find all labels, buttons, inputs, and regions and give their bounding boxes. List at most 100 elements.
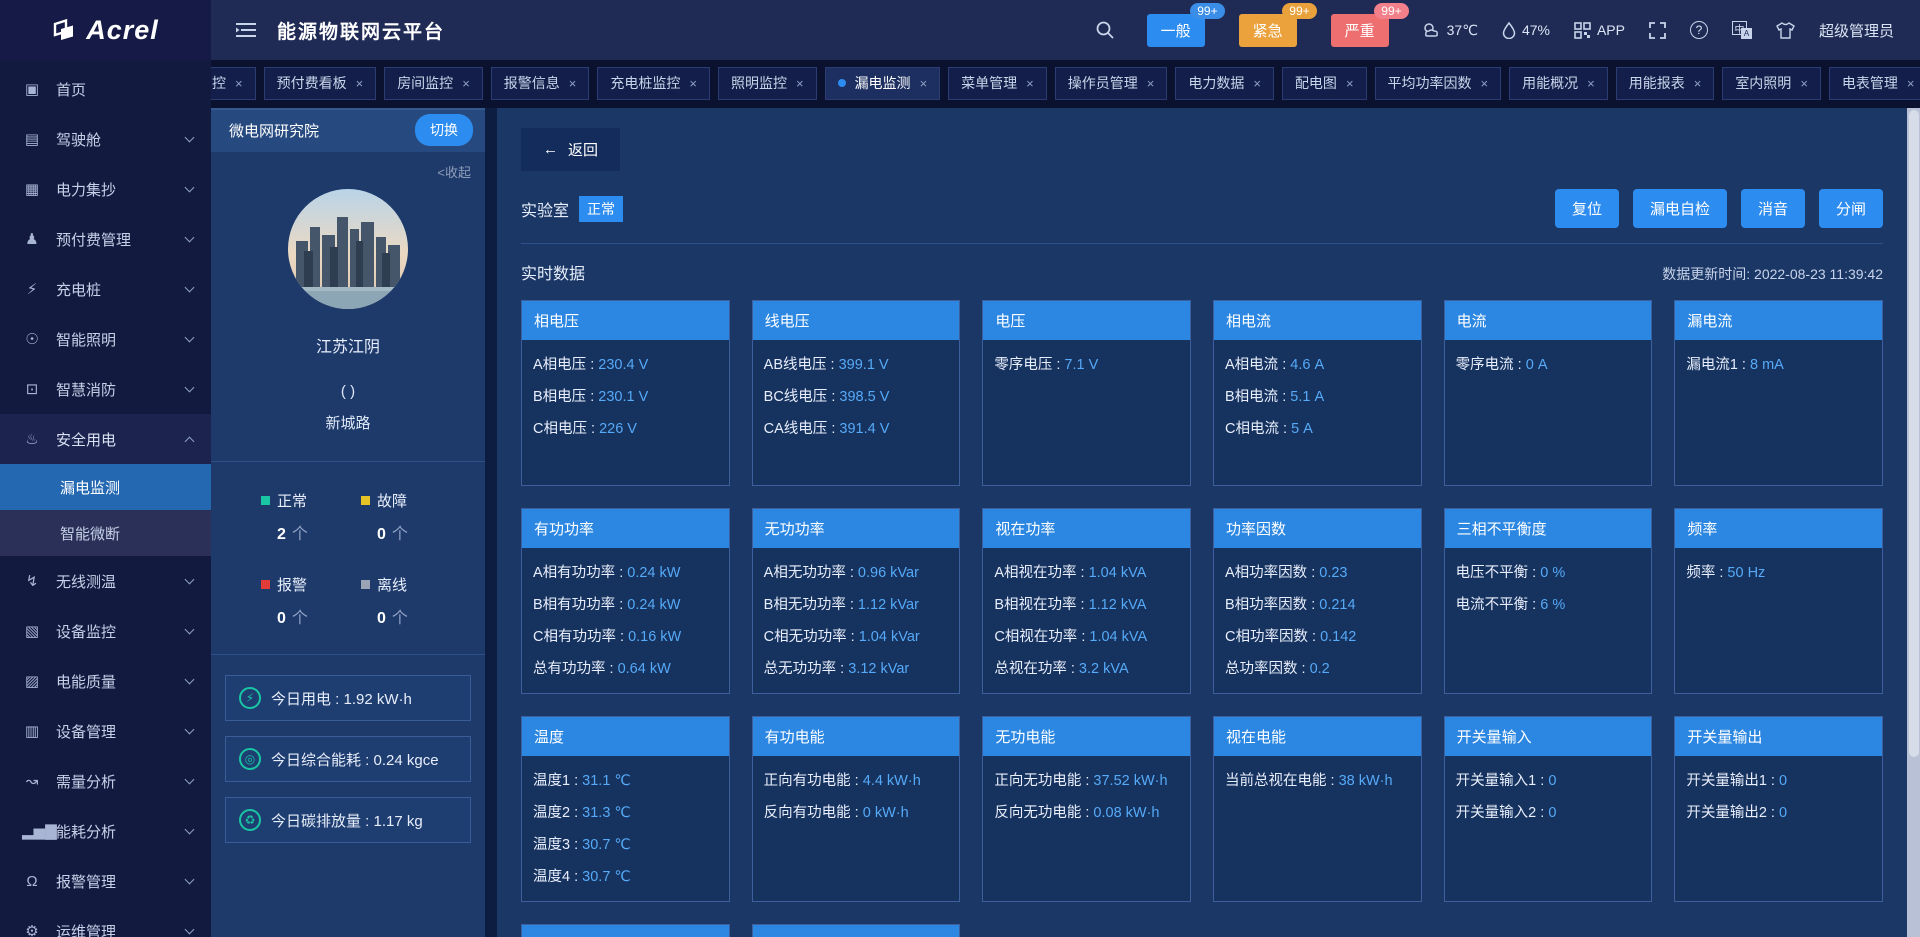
tab-close-icon[interactable]: × — [1253, 76, 1261, 91]
sidebar-item-label: 驾驶舱 — [56, 129, 101, 150]
tab-close-icon[interactable]: × — [1481, 76, 1489, 91]
tab-close-icon[interactable]: × — [1694, 76, 1702, 91]
back-button[interactable]: ← 返回 — [521, 128, 620, 171]
top-header: Acrel 能源物联网云平台 一般99+紧急99+严重99+ 37℃ 47% A… — [0, 0, 1920, 60]
tab-close-icon[interactable]: × — [1907, 76, 1915, 91]
tab-室内照明[interactable]: 室内照明× — [1722, 67, 1821, 100]
stat-color-square — [261, 580, 270, 589]
tab-操作员管理[interactable]: 操作员管理× — [1055, 67, 1168, 100]
sidebar-item-需量分析[interactable]: ↝需量分析 — [0, 756, 211, 806]
switch-site-button[interactable]: 切换 — [415, 114, 473, 146]
qr-code-icon — [1574, 22, 1591, 39]
humidity: 47% — [1502, 22, 1550, 39]
card-row: 温度3 : 30.7 ℃ — [533, 833, 718, 854]
chevron-up-icon — [185, 436, 195, 446]
tab-预付费看板[interactable]: 预付费看板 × — [264, 67, 377, 100]
tab-报警信息[interactable]: 报警信息× — [491, 67, 590, 100]
data-card-三相不平衡度: 三相不平衡度电压不平衡 : 0 %电流不平衡 : 6 % — [1444, 508, 1653, 694]
sidebar-subitem-智能微断[interactable]: 智能微断 — [0, 510, 211, 556]
tab-close-icon[interactable]: × — [569, 76, 577, 91]
stat-unit: 个 — [392, 610, 408, 627]
action-button-消音[interactable]: 消音 — [1741, 189, 1805, 228]
tab-电表管理[interactable]: 电表管理× — [1829, 67, 1920, 100]
tab-close-icon[interactable]: × — [796, 76, 804, 91]
data-card-开关量输出: 开关量输出开关量输出1 : 0开关量输出2 : 0 — [1674, 716, 1883, 902]
sidebar-item-无线测温[interactable]: ↯无线测温 — [0, 556, 211, 606]
user-name[interactable]: 超级管理员 — [1819, 20, 1894, 41]
tab-照明监控[interactable]: 照明监控× — [718, 67, 817, 100]
action-button-分闸[interactable]: 分闸 — [1819, 189, 1883, 228]
card-value: 1.12 kVA — [1089, 597, 1147, 613]
card-value: 0 % — [1540, 565, 1565, 581]
vertical-scrollbar[interactable] — [1907, 108, 1920, 937]
sidebar-item-首页[interactable]: ▣首页 — [0, 64, 211, 114]
card-row: 反向无功电能 : 0.08 kW·h — [994, 801, 1179, 822]
theme-shirt-icon[interactable] — [1776, 22, 1795, 39]
sidebar-item-运维管理[interactable]: ⚙运维管理 — [0, 906, 211, 937]
action-button-复位[interactable]: 复位 — [1555, 189, 1619, 228]
action-button-漏电自检[interactable]: 漏电自检 — [1633, 189, 1727, 228]
sidebar-item-充电桩[interactable]: ⚡充电桩 — [0, 264, 211, 314]
translate-icon[interactable]: 中A — [1732, 21, 1752, 39]
stat-name: 报警 — [277, 574, 307, 595]
alarm-button-严重[interactable]: 严重99+ — [1331, 14, 1389, 47]
sidebar-item-智慧消防[interactable]: ⊡智慧消防 — [0, 364, 211, 414]
card-title: 实时需量 — [753, 925, 960, 937]
chevron-down-icon — [185, 232, 195, 242]
sidebar-item-智能照明[interactable]: ☉智能照明 — [0, 314, 211, 364]
sidebar-item-设备监控[interactable]: ▧设备监控 — [0, 606, 211, 656]
tab-充电桩监控[interactable]: 充电桩监控× — [597, 67, 710, 100]
sidebar-item-安全用电[interactable]: ♨安全用电 — [0, 414, 211, 464]
tab-close-icon[interactable]: × — [235, 76, 243, 91]
tab-房间监控[interactable]: 房间监控× — [384, 67, 483, 100]
sidebar-subitem-漏电监测[interactable]: 漏电监测 — [0, 464, 211, 510]
app-qr-button[interactable]: APP — [1574, 22, 1625, 39]
tab-close-icon[interactable]: × — [1346, 76, 1354, 91]
tab-close-icon[interactable]: × — [1800, 76, 1808, 91]
card-body: A相无功功率 : 0.96 kVarB相无功功率 : 1.12 kVarC相无功… — [753, 548, 960, 694]
card-row: 开关量输出1 : 0 — [1686, 769, 1871, 790]
tab-漏电监测[interactable]: 漏电监测× — [825, 67, 941, 100]
safe-electricity-icon: ♨ — [22, 430, 42, 448]
tab-控[interactable]: 控× — [211, 67, 256, 100]
tab-平均功率因数[interactable]: 平均功率因数× — [1375, 67, 1502, 100]
tab-用能概况[interactable]: 用能概况× — [1509, 67, 1608, 100]
card-body: A相有功功率 : 0.24 kWB相有功功率 : 0.24 kWC相有功功率 :… — [522, 548, 729, 694]
collapse-panel-button[interactable]: <收起 — [211, 152, 485, 181]
tab-用能报表[interactable]: 用能报表 × — [1616, 67, 1715, 100]
card-row: 温度4 : 30.7 ℃ — [533, 865, 718, 886]
tab-close-icon[interactable]: × — [1147, 76, 1155, 91]
search-icon[interactable] — [1095, 20, 1115, 40]
sidebar-item-报警管理[interactable]: Ω报警管理 — [0, 856, 211, 906]
tab-配电图[interactable]: 配电图× — [1282, 67, 1367, 100]
tab-close-icon[interactable]: × — [462, 76, 470, 91]
card-row: B相无功功率 : 1.12 kVar — [764, 593, 949, 614]
fullscreen-icon[interactable] — [1649, 22, 1666, 39]
card-row: B相电压 : 230.1 V — [533, 385, 718, 406]
card-title: 温度 — [522, 717, 729, 756]
card-row: 总功率因数 : 0.2 — [1225, 657, 1410, 678]
help-icon[interactable]: ? — [1690, 21, 1708, 39]
tab-电力数据[interactable]: 电力数据× — [1175, 67, 1274, 100]
tab-label: 用能报表 — [1629, 73, 1685, 93]
card-value: 30.7 ℃ — [582, 837, 631, 853]
alarm-button-紧急[interactable]: 紧急99+ — [1239, 14, 1297, 47]
sidebar-item-预付费管理[interactable]: ♟预付费管理 — [0, 214, 211, 264]
collapse-menu-icon[interactable] — [235, 21, 257, 39]
tab-close-icon[interactable]: × — [689, 76, 697, 91]
scrollbar-thumb[interactable] — [1909, 110, 1919, 757]
tab-菜单管理[interactable]: 菜单管理× — [948, 67, 1047, 100]
alarm-button-一般[interactable]: 一般99+ — [1147, 14, 1205, 47]
tab-close-icon[interactable]: × — [356, 76, 364, 91]
sidebar-item-电能质量[interactable]: ▨电能质量 — [0, 656, 211, 706]
today-text: 今日综合能耗 : 0.24 kgce — [271, 749, 439, 770]
tab-close-icon[interactable]: × — [1026, 76, 1034, 91]
sidebar-item-驾驶舱[interactable]: ▤驾驶舱 — [0, 114, 211, 164]
tab-close-icon[interactable]: × — [1587, 76, 1595, 91]
tab-label: 预付费看板 — [277, 73, 347, 93]
sidebar-item-能耗分析[interactable]: ▂▅▇能耗分析 — [0, 806, 211, 856]
sidebar-item-电力集抄[interactable]: ▦电力集抄 — [0, 164, 211, 214]
card-row: 电流不平衡 : 6 % — [1456, 593, 1641, 614]
tab-close-icon[interactable]: × — [920, 76, 928, 91]
sidebar-item-设备管理[interactable]: ▥设备管理 — [0, 706, 211, 756]
